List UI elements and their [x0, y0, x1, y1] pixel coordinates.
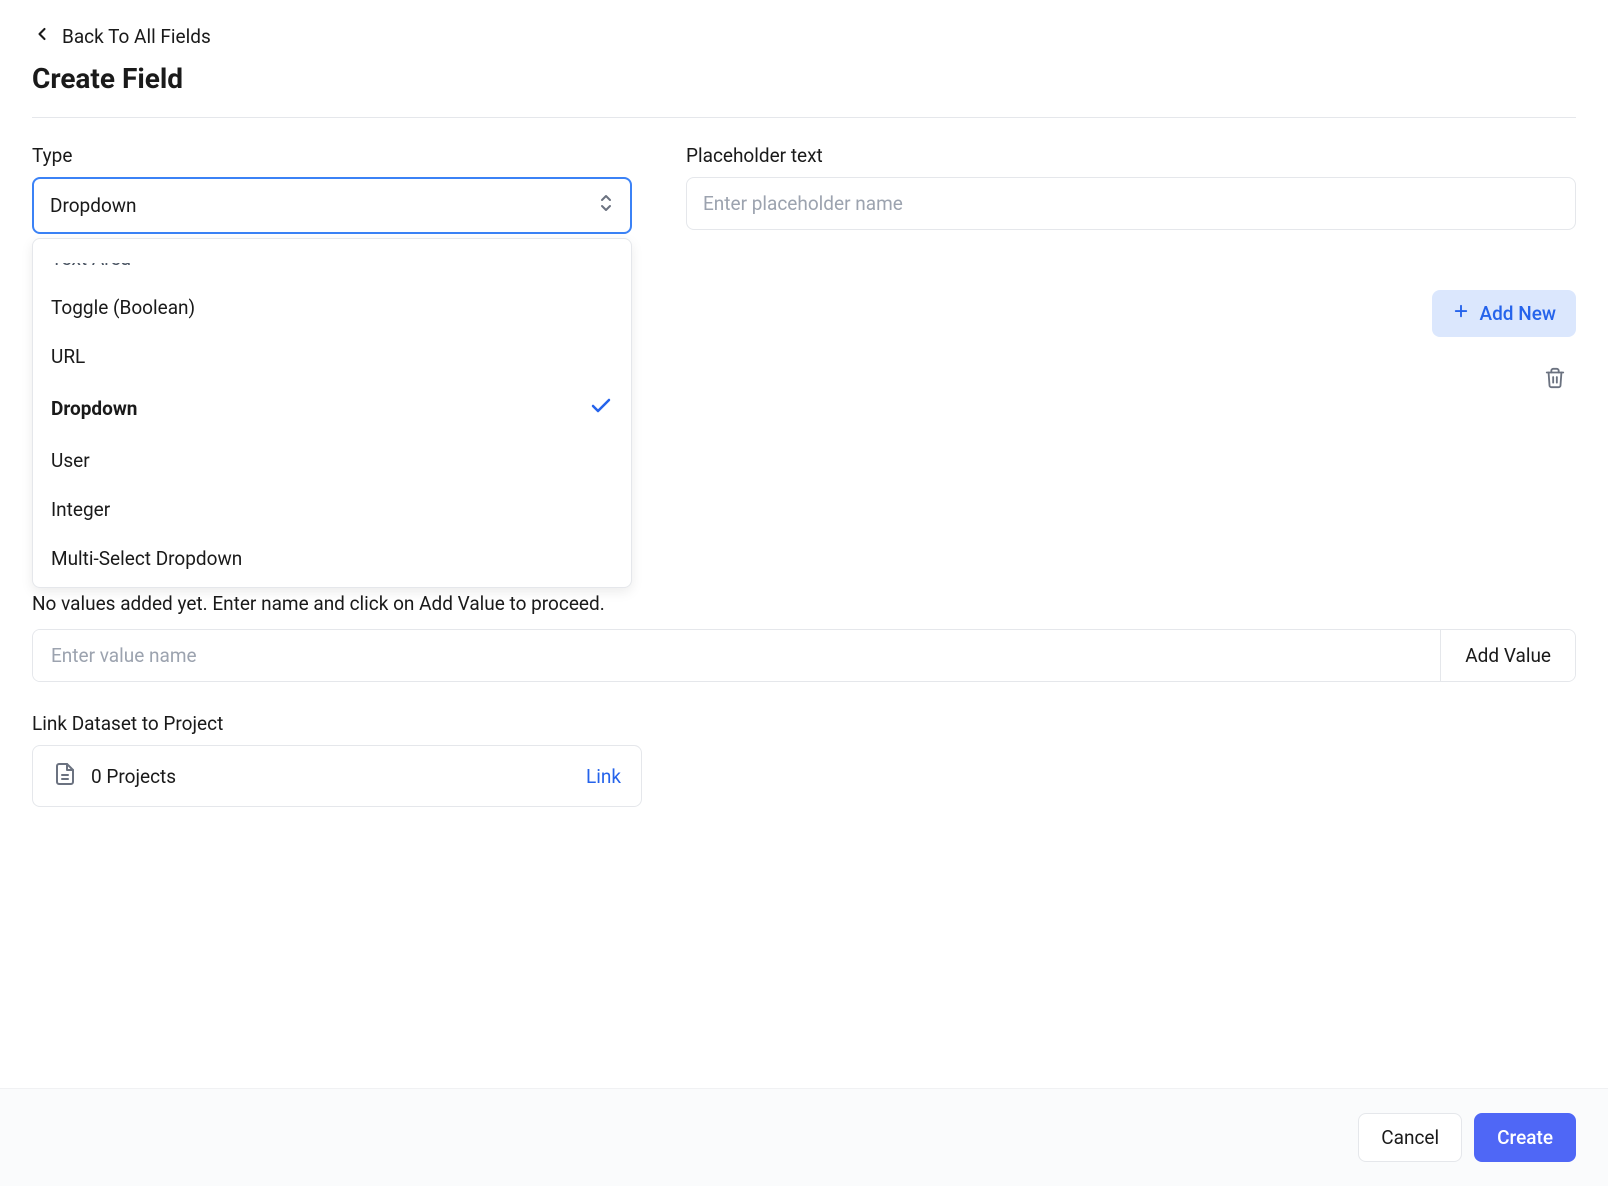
back-link-label: Back To All Fields	[62, 25, 211, 48]
type-option-dropdown[interactable]: Dropdown	[33, 381, 631, 436]
type-select[interactable]: Dropdown	[32, 177, 632, 234]
projects-count: 0 Projects	[91, 765, 572, 788]
add-new-button[interactable]: Add New	[1432, 290, 1577, 337]
placeholder-input[interactable]	[686, 177, 1576, 230]
add-new-label: Add New	[1480, 302, 1557, 325]
footer: Cancel Create	[0, 1088, 1608, 1186]
type-dropdown-menu: Text Area Toggle (Boolean) URL Dropdown	[32, 238, 632, 588]
type-option-text-area[interactable]: Text Area	[33, 263, 631, 283]
check-icon	[589, 394, 613, 423]
placeholder-label: Placeholder text	[686, 144, 1576, 167]
create-button[interactable]: Create	[1474, 1113, 1576, 1162]
values-empty-text: No values added yet. Enter name and clic…	[32, 592, 1576, 615]
back-link[interactable]: Back To All Fields	[32, 0, 1576, 62]
document-icon	[53, 762, 77, 790]
type-option-url[interactable]: URL	[33, 332, 631, 381]
type-option-user[interactable]: User	[33, 436, 631, 485]
page-title: Create Field	[32, 62, 1576, 117]
link-action[interactable]: Link	[586, 765, 621, 788]
chevron-updown-icon	[598, 193, 614, 218]
chevron-left-icon	[32, 24, 52, 48]
value-name-input[interactable]	[33, 630, 1440, 681]
cancel-button[interactable]: Cancel	[1358, 1113, 1462, 1162]
type-option-multi-select[interactable]: Multi-Select Dropdown	[33, 534, 631, 583]
value-input-row: Add Value	[32, 629, 1576, 682]
add-value-button[interactable]: Add Value	[1440, 630, 1575, 681]
type-selected-value: Dropdown	[50, 194, 137, 217]
plus-icon	[1452, 302, 1470, 325]
divider	[32, 117, 1576, 118]
type-option-toggle[interactable]: Toggle (Boolean)	[33, 283, 631, 332]
link-dataset-box: 0 Projects Link	[32, 745, 642, 807]
type-option-integer[interactable]: Integer	[33, 485, 631, 534]
trash-icon[interactable]	[1544, 367, 1566, 393]
link-dataset-label: Link Dataset to Project	[32, 712, 1576, 735]
